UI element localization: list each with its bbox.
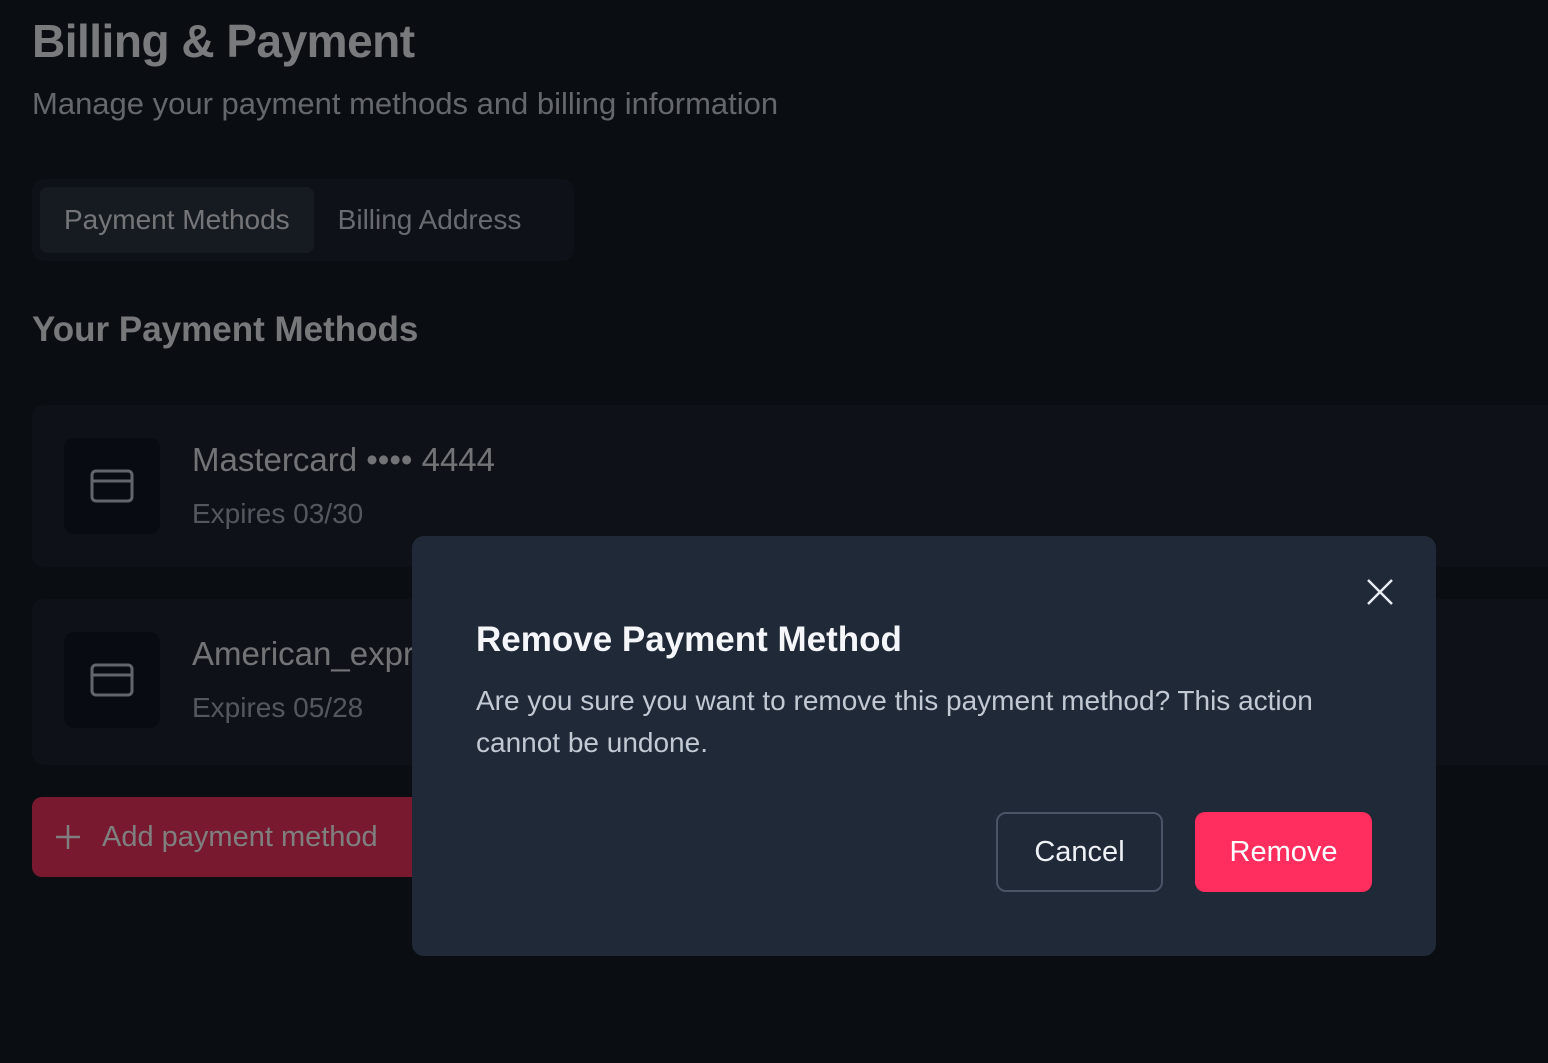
dialog-message: Are you sure you want to remove this pay…	[476, 685, 1313, 758]
close-icon[interactable]	[1362, 574, 1398, 610]
cancel-button[interactable]: Cancel	[996, 812, 1163, 892]
dialog-title: Remove Payment Method	[476, 620, 902, 659]
remove-button[interactable]: Remove	[1195, 812, 1372, 892]
remove-payment-method-dialog: Remove Payment Method Are you sure you w…	[412, 536, 1436, 956]
